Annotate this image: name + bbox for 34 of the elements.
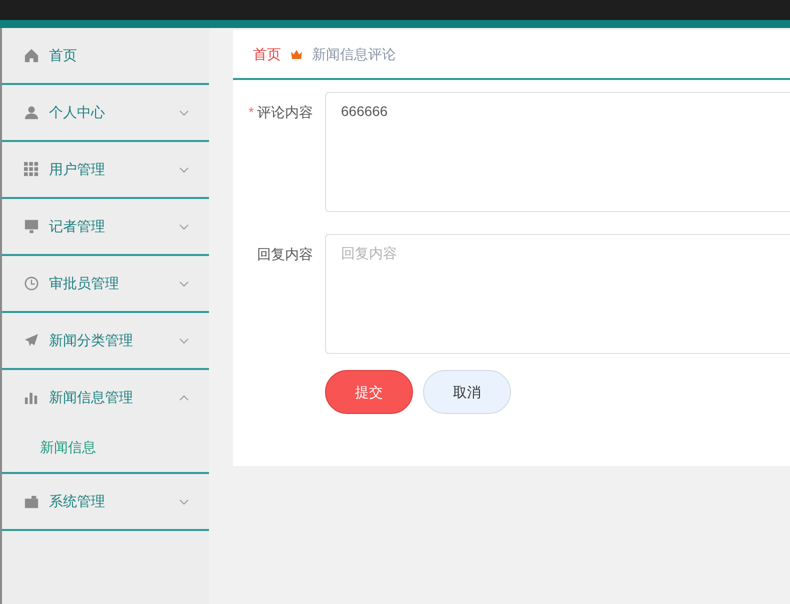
chevron-icon: [179, 338, 189, 344]
chevron-icon: [179, 110, 189, 116]
submenu-item[interactable]: 新闻信息: [2, 422, 209, 472]
field-label: 回复内容: [257, 245, 313, 264]
required-mark: *: [248, 103, 254, 122]
menu-item[interactable]: 审批员管理: [2, 256, 209, 311]
grid-icon: [24, 162, 39, 177]
text-area[interactable]: 666666: [325, 92, 790, 212]
chevron-icon: [179, 394, 189, 400]
clock-icon: [24, 276, 39, 291]
cancel-button[interactable]: 取消: [423, 370, 511, 414]
breadcrumb-link[interactable]: 首页: [253, 44, 281, 64]
menu-item[interactable]: 系统管理: [2, 474, 209, 529]
menu-item[interactable]: 记者管理: [2, 199, 209, 254]
home-icon: [24, 48, 39, 63]
menu-item[interactable]: 新闻信息管理: [2, 370, 209, 425]
chevron-icon: [179, 166, 189, 172]
monitor-icon: [24, 219, 39, 234]
bar-chart-icon: [24, 390, 39, 405]
field-label: 评论内容: [257, 103, 313, 122]
menu-item[interactable]: 个人中心: [2, 85, 209, 140]
breadcrumb-current: 新闻信息评论: [312, 44, 396, 64]
wallet-icon: [24, 494, 39, 509]
menu-item[interactable]: 首页: [2, 28, 209, 83]
menu-item[interactable]: 新闻分类管理: [2, 313, 209, 368]
user-icon: [24, 105, 39, 120]
menu-item[interactable]: 用户管理: [2, 142, 209, 197]
chevron-icon: [179, 498, 189, 504]
submit-button[interactable]: 提交: [325, 370, 413, 414]
paper-plane-icon: [24, 333, 39, 348]
text-area[interactable]: 回复内容: [325, 234, 790, 354]
chevron-icon: [179, 224, 189, 230]
crown-icon: [291, 50, 302, 58]
chevron-icon: [179, 280, 189, 286]
